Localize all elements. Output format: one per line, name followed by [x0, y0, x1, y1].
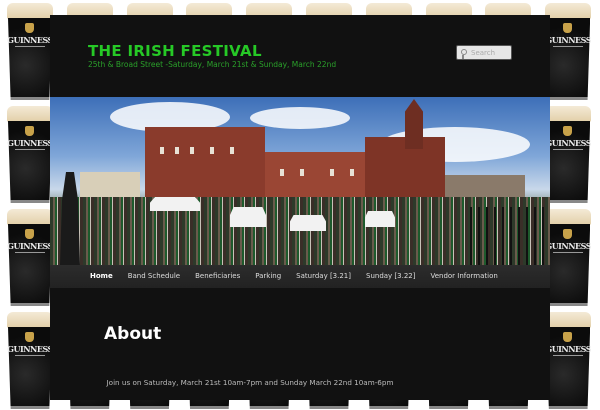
nav-item-saturday-3-21[interactable]: Saturday [3.21] [296, 265, 351, 288]
search-placeholder: Search [471, 49, 496, 57]
nav-item-parking[interactable]: Parking [255, 265, 281, 288]
header-banner-image[interactable] [50, 97, 550, 265]
site-title[interactable]: THE IRISH FESTIVAL [88, 42, 262, 60]
harp-logo-icon [25, 332, 34, 342]
harp-logo-icon [25, 23, 34, 33]
harp-logo-icon [563, 126, 573, 136]
nav-item-sunday-3-22[interactable]: Sunday [3.22] [366, 265, 415, 288]
page-heading: About [104, 324, 162, 344]
search-input[interactable]: Search [456, 45, 512, 60]
search-icon [461, 49, 467, 59]
guinness-pint-image: GUINNESS [7, 312, 53, 410]
guinness-pint-image: GUINNESS [7, 3, 53, 101]
harp-logo-icon [563, 332, 573, 342]
nav-item-home[interactable]: Home [90, 265, 113, 288]
guinness-pint-image: GUINNESS [545, 3, 592, 101]
nav-item-vendor-information[interactable]: Vendor Information [430, 265, 497, 288]
guinness-pint-image: GUINNESS [7, 106, 53, 204]
nav-item-band-schedule[interactable]: Band Schedule [128, 265, 180, 288]
site-tagline: 25th & Broad Street -Saturday, March 21s… [88, 60, 337, 69]
guinness-pint-image: GUINNESS [545, 209, 592, 307]
nav-item-beneficiaries[interactable]: Beneficiaries [195, 265, 240, 288]
guinness-pint-image: GUINNESS [545, 106, 592, 204]
harp-logo-icon [563, 229, 573, 239]
harp-logo-icon [25, 229, 34, 239]
site-header: THE IRISH FESTIVAL 25th & Broad Street -… [50, 15, 550, 97]
intro-text: Join us on Saturday, March 21st 10am-7pm… [106, 378, 394, 387]
harp-logo-icon [563, 23, 573, 33]
main-nav: Home Band Schedule Beneficiaries Parking Sat… [50, 265, 550, 288]
guinness-pint-image: GUINNESS [7, 209, 53, 307]
guinness-pint-image: GUINNESS [545, 312, 592, 410]
harp-logo-icon [25, 126, 34, 136]
